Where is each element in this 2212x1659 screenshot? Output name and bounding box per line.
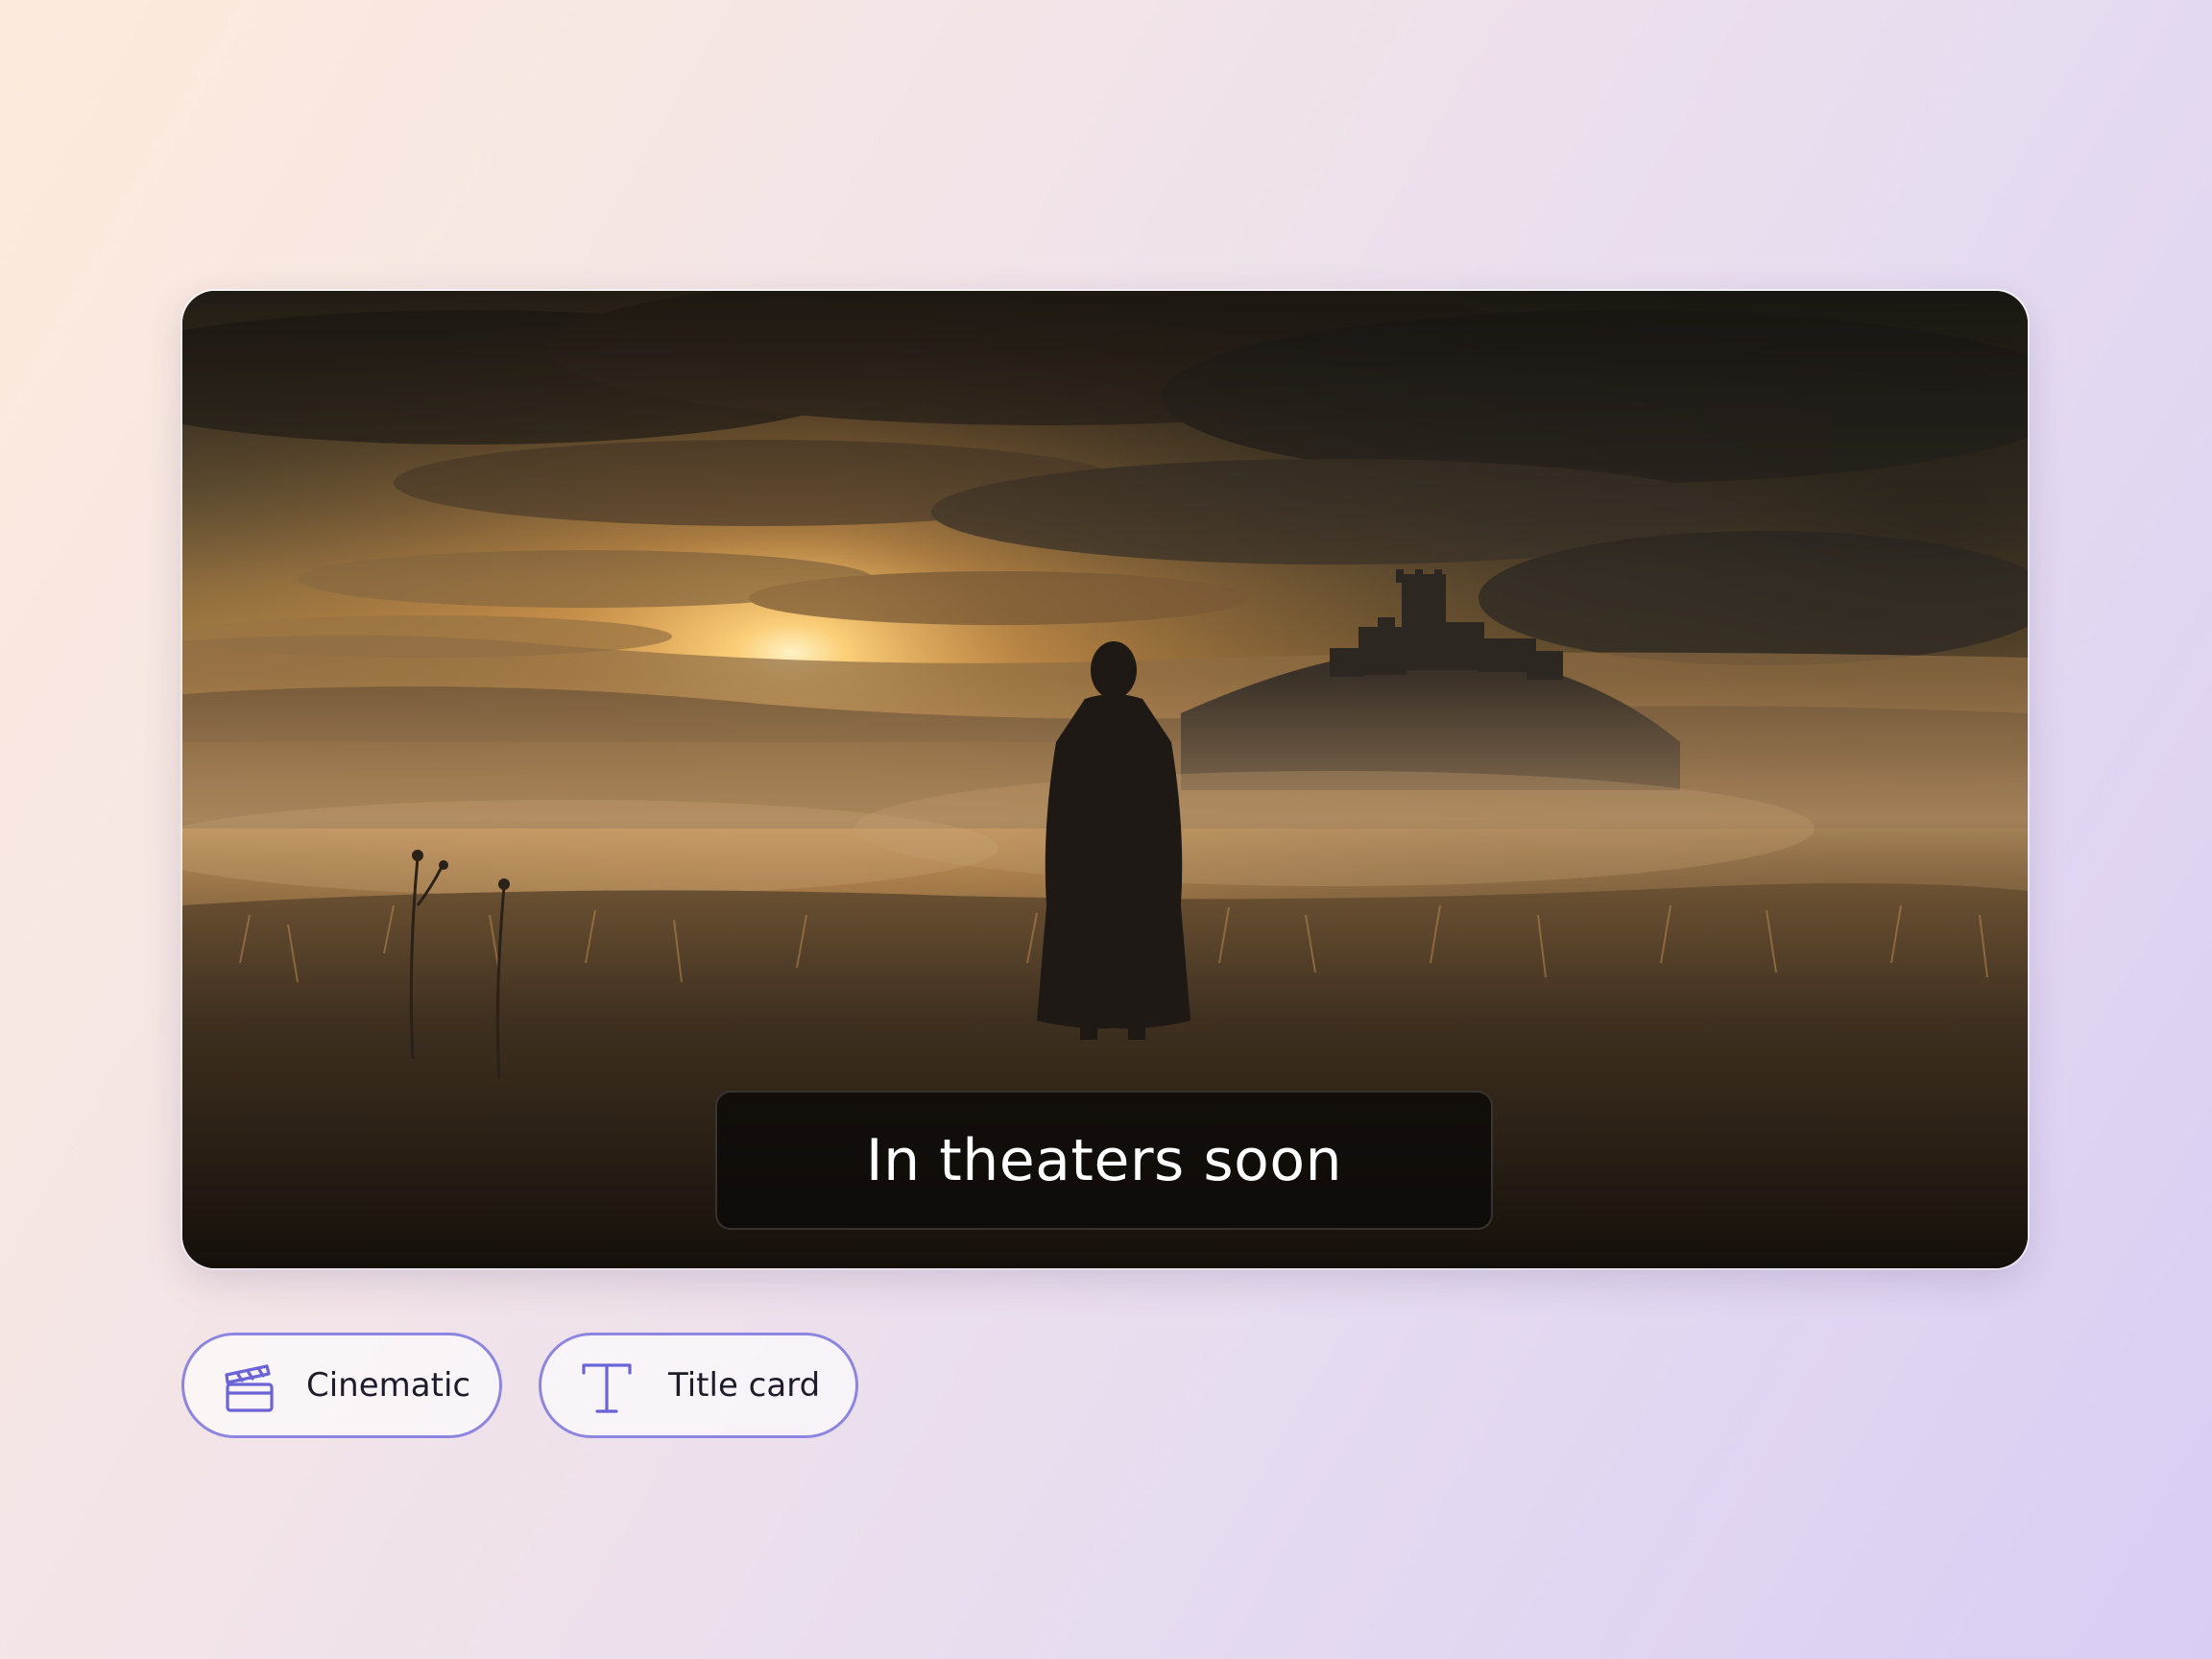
- cinematic-chip-label: Cinematic: [306, 1366, 471, 1405]
- clapperboard-icon: [225, 1364, 274, 1412]
- title-card-chip[interactable]: Title card: [539, 1333, 858, 1438]
- caption-box: In theaters soon: [715, 1091, 1493, 1230]
- caption-text: In theaters soon: [865, 1126, 1343, 1194]
- title-card-chip-label: Title card: [668, 1366, 821, 1405]
- cinematic-chip[interactable]: Cinematic: [181, 1333, 502, 1438]
- preview-card: In theaters soon: [182, 291, 2028, 1268]
- text-t-icon: [582, 1363, 632, 1413]
